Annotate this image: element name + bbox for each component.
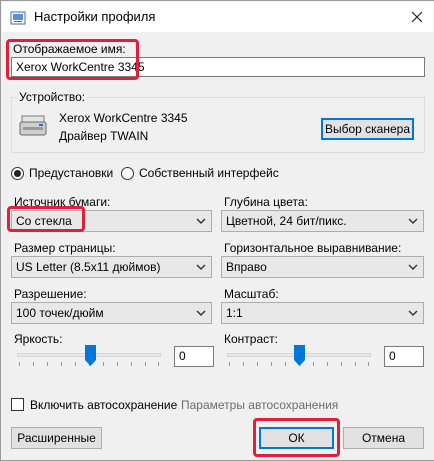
highlight-ok: [253, 418, 340, 457]
contrast-input[interactable]: 0: [384, 346, 424, 367]
contrast-label: Контраст:: [224, 332, 278, 346]
profile-settings-dialog: Настройки профиля Отображаемое имя: Xero…: [0, 0, 434, 461]
page-size-value: US Letter (8.5x11 дюймов): [16, 260, 161, 274]
brightness-label: Яркость:: [14, 332, 63, 346]
chevron-down-icon: [408, 218, 418, 224]
scale-value: 1:1: [226, 306, 243, 320]
close-button[interactable]: [402, 3, 432, 31]
brightness-input[interactable]: 0: [174, 346, 214, 367]
chevron-down-icon: [196, 264, 206, 270]
horizontal-align-label: Горизонтальное выравнивание:: [224, 241, 402, 255]
close-icon: [411, 11, 423, 23]
resolution-label: Разрешение:: [14, 287, 87, 301]
chevron-down-icon: [408, 310, 418, 316]
window-title: Настройки профиля: [34, 9, 156, 24]
page-size-label: Размер страницы:: [14, 241, 116, 255]
autosave-settings-link[interactable]: Параметры автосохранения: [181, 398, 338, 412]
highlight-display-name: [6, 39, 139, 80]
app-icon: [10, 11, 26, 25]
color-depth-label: Глубина цвета:: [224, 195, 308, 209]
color-depth-value: Цветной, 24 бит/пикс.: [226, 214, 347, 228]
chevron-down-icon: [196, 218, 206, 224]
scale-label: Масштаб:: [224, 287, 279, 301]
chevron-down-icon: [196, 310, 206, 316]
title-bar: Настройки профиля: [2, 2, 433, 32]
page-size-select[interactable]: US Letter (8.5x11 дюймов): [11, 256, 212, 278]
custom-interface-radio-label[interactable]: Собственный интерфейс: [139, 166, 279, 180]
presets-radio[interactable]: [11, 167, 24, 180]
brightness-slider-thumb[interactable]: [85, 345, 96, 366]
custom-interface-radio[interactable]: [121, 167, 134, 180]
color-depth-select[interactable]: Цветной, 24 бит/пикс.: [221, 210, 424, 232]
device-driver: Драйвер TWAIN: [59, 129, 149, 143]
horizontal-align-value: Вправо: [226, 260, 267, 274]
resolution-select[interactable]: 100 точек/дюйм: [11, 302, 212, 324]
scale-select[interactable]: 1:1: [221, 302, 424, 324]
resolution-value: 100 точек/дюйм: [16, 306, 104, 320]
select-scanner-button[interactable]: Выбор сканера: [321, 118, 414, 140]
cancel-button[interactable]: Отмена: [343, 427, 424, 449]
contrast-slider-thumb[interactable]: [294, 345, 305, 366]
advanced-button[interactable]: Расширенные: [11, 427, 102, 449]
highlight-paper-source: [7, 206, 85, 232]
autosave-checkbox-label[interactable]: Включить автосохранение: [30, 398, 177, 412]
scanner-icon: [19, 115, 47, 136]
autosave-checkbox[interactable]: [11, 398, 24, 411]
device-group-label: Устройство:: [17, 90, 88, 104]
horizontal-align-select[interactable]: Вправо: [221, 256, 424, 278]
device-name: Xerox WorkCentre 3345: [59, 111, 188, 125]
chevron-down-icon: [408, 264, 418, 270]
presets-radio-label[interactable]: Предустановки: [29, 166, 113, 180]
